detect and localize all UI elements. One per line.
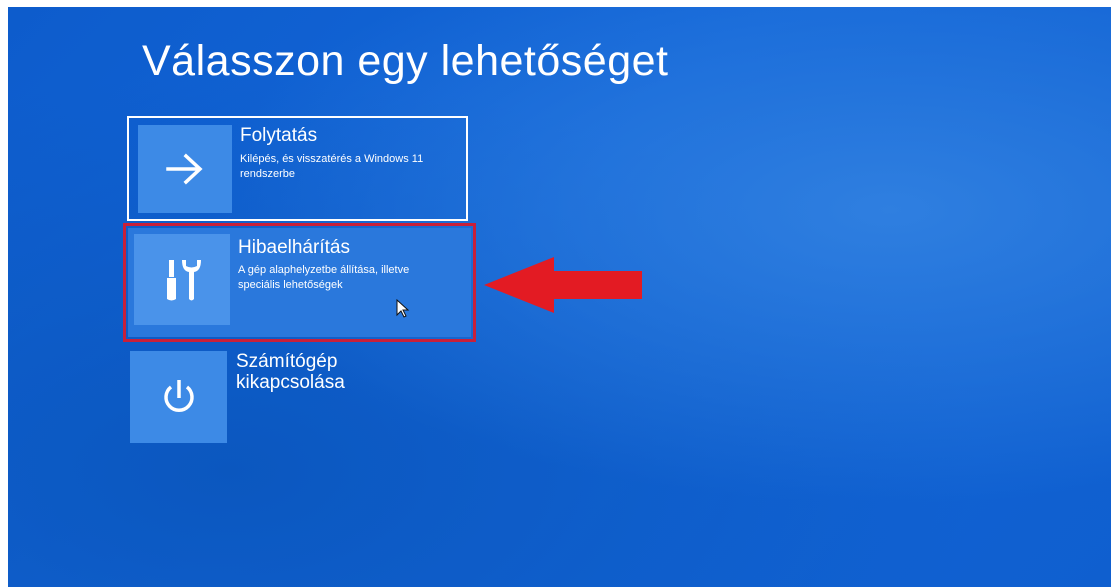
power-icon xyxy=(163,380,194,412)
troubleshoot-description: A gép alaphelyzetbe állítása, illetve sp… xyxy=(238,264,410,291)
troubleshoot-title: Hibaelhárítás xyxy=(238,237,350,258)
troubleshoot-tile xyxy=(134,234,230,325)
tools-icon xyxy=(167,259,201,300)
shutdown-option[interactable]: Számítógép kikapcsolása xyxy=(130,351,390,447)
shutdown-tile xyxy=(130,351,227,443)
arrow-right-icon xyxy=(166,153,203,185)
continue-tile xyxy=(138,125,232,213)
recovery-screen: Válasszon egy lehetőséget Folytatás Kilé… xyxy=(8,7,1111,587)
red-pointer-arrow xyxy=(484,257,642,313)
continue-description: Kilépés, és visszatérés a Windows 11 ren… xyxy=(240,153,424,180)
continue-title: Folytatás xyxy=(240,125,318,146)
shutdown-title: Számítógép kikapcsolása xyxy=(236,351,345,393)
troubleshoot-option[interactable]: Hibaelhárítás A gép alaphelyzetbe állítá… xyxy=(123,223,476,342)
page-title: Válasszon egy lehetőséget xyxy=(142,37,669,85)
continue-option[interactable]: Folytatás Kilépés, és visszatérés a Wind… xyxy=(127,116,468,221)
mouse-cursor-icon xyxy=(396,299,410,318)
